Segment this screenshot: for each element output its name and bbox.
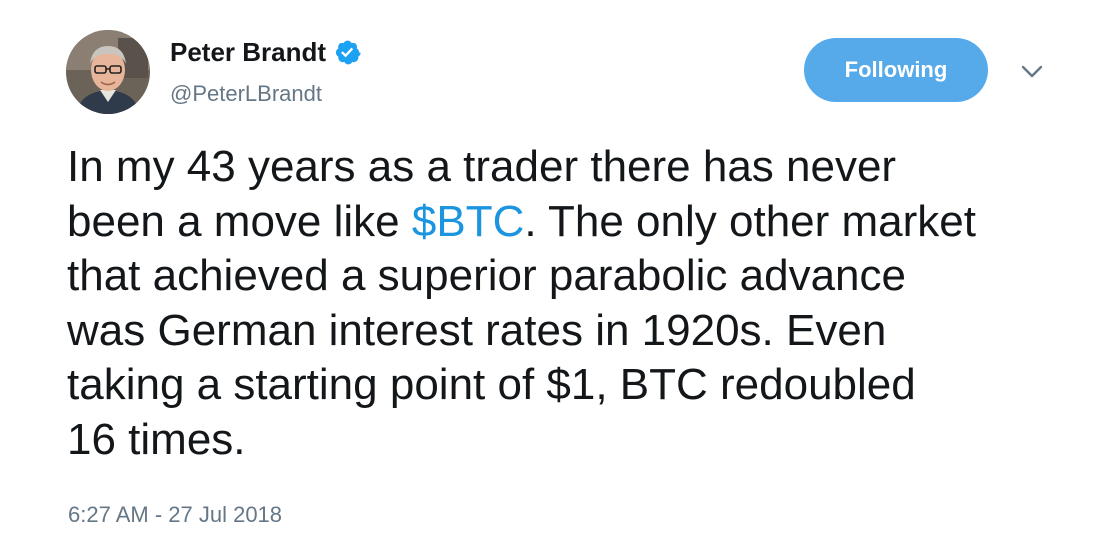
cashtag-link[interactable]: $BTC (412, 197, 524, 246)
user-handle[interactable]: @PeterLBrandt (170, 80, 322, 108)
tweet-line: In my 43 years as a trader there has nev… (67, 142, 897, 191)
chevron-down-icon[interactable] (1016, 58, 1048, 86)
verified-badge-icon (333, 38, 361, 66)
tweet-line-segment: . The only other market (524, 196, 976, 246)
tweet-text: In my 43 years as a trader there has nev… (67, 140, 1077, 467)
display-name[interactable]: Peter Brandt (170, 34, 326, 70)
tweet-line-segment: been a move like (67, 196, 412, 246)
name-row: Peter Brandt (170, 34, 361, 70)
tweet-card: Peter Brandt @PeterLBrandt Following In … (0, 0, 1111, 549)
tweet-line: was German interest rates in 1920s. Even (67, 305, 887, 355)
tweet-line: that achieved a superior parabolic advan… (67, 251, 906, 300)
tweet-timestamp[interactable]: 6:27 AM - 27 Jul 2018 (68, 501, 282, 529)
avatar[interactable] (66, 30, 150, 114)
tweet-line: taking a starting point of $1, BTC redou… (67, 360, 916, 409)
following-button[interactable]: Following (804, 38, 988, 102)
tweet-line: 16 times. (67, 414, 246, 464)
